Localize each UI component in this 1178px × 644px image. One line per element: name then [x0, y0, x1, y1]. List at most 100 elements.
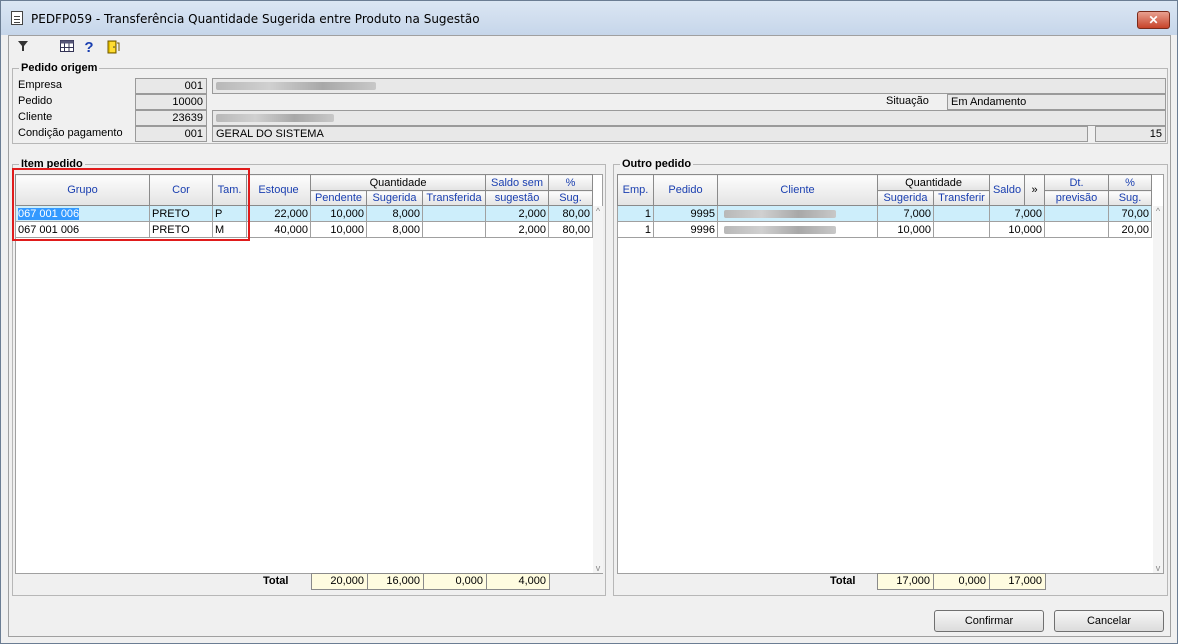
cell-tam[interactable]: M — [212, 221, 247, 238]
cell-estoque[interactable]: 22,000 — [246, 205, 311, 222]
title-bar: PEDFP059 - Transferência Quantidade Suge… — [1, 1, 1177, 35]
calendar-grid-icon[interactable] — [59, 40, 75, 56]
total-transferida-field: 0,000 — [423, 573, 487, 590]
cell-pendente[interactable]: 10,000 — [310, 205, 367, 222]
cell-pct[interactable]: 80,00 — [548, 221, 594, 238]
cell-emp[interactable]: 1 — [617, 221, 654, 238]
col-transferir-header[interactable]: Transferir — [932, 190, 991, 206]
cell-emp[interactable]: 1 — [617, 205, 654, 222]
table-row[interactable]: 067 001 006 PRETO P 22,000 10,000 8,000 … — [15, 205, 594, 222]
total-transferir-field: 0,000 — [933, 573, 990, 590]
cell-sugerida[interactable]: 10,000 — [877, 221, 934, 238]
cell-estoque[interactable]: 40,000 — [246, 221, 311, 238]
cell-pendente[interactable]: 10,000 — [310, 221, 367, 238]
cliente-name-field[interactable] — [212, 110, 1166, 126]
col-pct-header-bottom[interactable]: Sug. — [1108, 190, 1153, 206]
col-cor-header[interactable]: Cor — [149, 174, 213, 206]
table-row[interactable]: 067 001 006 PRETO M 40,000 10,000 8,000 … — [15, 221, 594, 238]
cell-dt-previsao[interactable] — [1044, 221, 1110, 238]
cell-saldo[interactable]: 2,000 — [485, 221, 550, 238]
close-button[interactable]: ✕ — [1137, 11, 1170, 29]
pedido-number-field[interactable]: 10000 — [135, 94, 207, 110]
col-dt-header-bottom[interactable]: previsão — [1044, 190, 1110, 206]
table-row[interactable]: 1 9996 10,000 10,000 20,00 — [617, 221, 1153, 238]
col-grupo-header[interactable]: Grupo — [15, 174, 150, 206]
cell-pedido[interactable]: 9996 — [653, 221, 718, 238]
cell-pct[interactable]: 80,00 — [548, 205, 594, 222]
table-row[interactable]: 1 9995 7,000 7,000 70,00 — [617, 205, 1153, 222]
redacted-text — [216, 82, 376, 90]
col-estoque-header[interactable]: Estoque — [246, 174, 311, 206]
col-tam-header[interactable]: Tam. — [212, 174, 247, 206]
col-pct-header-bottom[interactable]: Sug. — [548, 190, 594, 206]
cell-cliente[interactable] — [717, 221, 878, 238]
cell-transferida[interactable] — [421, 205, 487, 222]
confirmar-button[interactable]: Confirmar — [934, 610, 1044, 632]
cell-grupo[interactable]: 067 001 006 — [15, 221, 150, 238]
empresa-label: Empresa — [18, 79, 63, 91]
expand-arrow-button[interactable]: » — [1024, 174, 1046, 206]
cell-transferida[interactable] — [421, 221, 487, 238]
cell-sugerida[interactable]: 8,000 — [366, 205, 423, 222]
scroll-up-icon[interactable]: ^ — [593, 206, 603, 216]
outro-pedido-scrollbar[interactable]: ^ v — [1153, 206, 1163, 573]
col-saldo-header-top[interactable]: Saldo sem — [485, 174, 550, 191]
col-sugerida-header[interactable]: Sugerida — [366, 190, 423, 206]
situacao-label: Situação — [886, 95, 929, 107]
col-pct-header-top[interactable]: % — [548, 174, 594, 191]
cell-pct[interactable]: 70,00 — [1108, 205, 1153, 222]
col-pct-header-top[interactable]: % — [1108, 174, 1153, 191]
cell-sugerida[interactable]: 7,000 — [877, 205, 934, 222]
col-pendente-header[interactable]: Pendente — [310, 190, 367, 206]
cell-cliente[interactable] — [717, 205, 878, 222]
cell-transferir[interactable] — [932, 205, 991, 222]
empresa-name-field[interactable] — [212, 78, 1166, 94]
scroll-down-icon[interactable]: v — [1153, 563, 1163, 573]
document-icon — [11, 11, 23, 25]
filter-icon[interactable] — [15, 40, 31, 56]
cell-transferir[interactable] — [932, 221, 991, 238]
cell-pedido[interactable]: 9995 — [653, 205, 718, 222]
cell-grupo[interactable]: 067 001 006 — [15, 205, 150, 222]
outro-pedido-label: Outro pedido — [620, 158, 694, 170]
col-dt-header-top[interactable]: Dt. — [1044, 174, 1110, 191]
situacao-field[interactable]: Em Andamento — [947, 94, 1166, 110]
toolbar: ? — [9, 36, 1170, 60]
empresa-code-field[interactable]: 001 — [135, 78, 207, 94]
cell-sugerida[interactable]: 8,000 — [366, 221, 423, 238]
condicao-extra-field[interactable]: 15 — [1095, 126, 1166, 142]
col-emp-header[interactable]: Emp. — [617, 174, 654, 206]
exit-door-icon[interactable] — [105, 40, 121, 56]
scroll-up-icon[interactable]: ^ — [1153, 206, 1163, 216]
total-saldo-field: 17,000 — [989, 573, 1046, 590]
condicao-code-field[interactable]: 001 — [135, 126, 207, 142]
pedido-origem-label: Pedido origem — [19, 62, 100, 74]
total-sugerida-field: 17,000 — [877, 573, 934, 590]
condicao-desc-field[interactable]: GERAL DO SISTEMA — [212, 126, 1088, 142]
col-cliente-header[interactable]: Cliente — [717, 174, 878, 206]
cell-cor[interactable]: PRETO — [149, 221, 213, 238]
redacted-text — [724, 209, 836, 218]
cancelar-button[interactable]: Cancelar — [1054, 610, 1164, 632]
redacted-text — [216, 114, 334, 122]
cell-dt-previsao[interactable] — [1044, 205, 1110, 222]
scroll-down-icon[interactable]: v — [593, 563, 603, 573]
col-saldo-header-bottom[interactable]: sugestão — [485, 190, 550, 206]
cliente-code-field[interactable]: 23639 — [135, 110, 207, 126]
col-transferida-header[interactable]: Transferida — [421, 190, 487, 206]
cell-pct[interactable]: 20,00 — [1108, 221, 1153, 238]
condicao-label: Condição pagamento — [18, 127, 123, 139]
cell-cor[interactable]: PRETO — [149, 205, 213, 222]
item-pedido-label: Item pedido — [19, 158, 85, 170]
col-pedido-header[interactable]: Pedido — [653, 174, 718, 206]
cell-tam[interactable]: P — [212, 205, 247, 222]
pedido-origem-group: Pedido origem Empresa 001 Pedido 10000 S… — [12, 62, 1168, 144]
col-sugerida-header[interactable]: Sugerida — [877, 190, 934, 206]
cell-saldo[interactable]: 7,000 — [989, 205, 1046, 222]
cell-saldo[interactable]: 2,000 — [485, 205, 550, 222]
col-saldo-header[interactable]: Saldo — [989, 174, 1026, 206]
cell-saldo[interactable]: 10,000 — [989, 221, 1046, 238]
help-icon[interactable]: ? — [81, 40, 97, 56]
item-pedido-scrollbar[interactable]: ^ v — [593, 206, 603, 573]
outro-pedido-table: Emp. Pedido Cliente Quantidade Saldo » D… — [617, 174, 1153, 238]
